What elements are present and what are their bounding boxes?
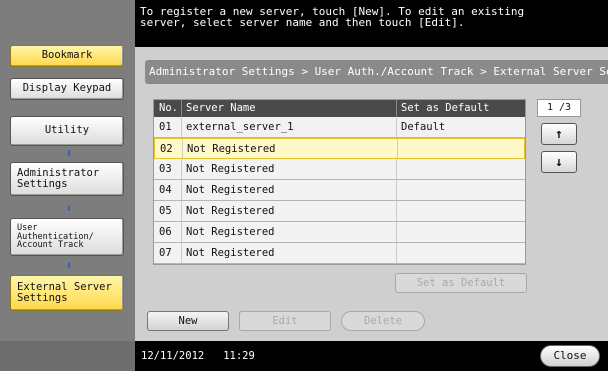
table-row[interactable]: 05 Not Registered	[154, 201, 525, 222]
table-row[interactable]: 03 Not Registered	[154, 159, 525, 180]
row-no: 01	[159, 121, 172, 133]
date-text: 12/11/2012	[141, 350, 205, 362]
datetime: 12/11/2012 11:29	[141, 350, 255, 362]
row-default	[396, 243, 525, 263]
page-up-button[interactable]: ↑	[541, 123, 577, 145]
table-row[interactable]: 04 Not Registered	[154, 180, 525, 201]
bookmark-button[interactable]: Bookmark	[10, 45, 124, 67]
row-default	[396, 222, 525, 242]
main-panel: Administrator Settings > User Auth./Acco…	[135, 47, 608, 341]
row-name: Not Registered	[181, 201, 396, 221]
row-no: 07	[159, 247, 172, 259]
display-keypad-button[interactable]: Display Keypad	[10, 78, 124, 100]
row-no: 05	[159, 205, 172, 217]
delete-button[interactable]: Delete	[341, 311, 425, 331]
table-row[interactable]: 01 external_server_1 Default	[154, 117, 525, 138]
pager: 1 /3 ↑ ↓	[533, 99, 585, 185]
page-indicator: 1 /3	[537, 99, 581, 117]
page-down-button[interactable]: ↓	[541, 151, 577, 173]
left-footer	[0, 341, 135, 371]
breadcrumb: Administrator Settings > User Auth./Acco…	[145, 60, 608, 84]
nav-administrator-settings[interactable]: Administrator Settings	[10, 162, 124, 196]
row-default	[396, 180, 525, 200]
table-row-selected[interactable]: 02 Not Registered	[154, 138, 525, 159]
table-row[interactable]: 07 Not Registered	[154, 243, 525, 264]
arrow-down-icon: ⬇	[65, 147, 73, 160]
nav-utility[interactable]: Utility	[10, 116, 124, 146]
row-default	[396, 159, 525, 179]
table-row[interactable]: 06 Not Registered	[154, 222, 525, 243]
table-header: No. Server Name Set as Default	[154, 100, 525, 117]
row-no: 06	[159, 226, 172, 238]
row-name: Not Registered	[181, 180, 396, 200]
arrow-up-icon: ↑	[555, 126, 563, 142]
instruction-message: To register a new server, touch [New]. T…	[140, 6, 600, 28]
arrow-down-icon: ⬇	[65, 259, 73, 272]
time-text: 11:29	[223, 350, 255, 362]
arrow-down-icon: ⬇	[65, 202, 73, 215]
header-set-as-default: Set as Default	[396, 100, 525, 117]
row-name: Not Registered	[181, 159, 396, 179]
row-name: external_server_1	[181, 117, 396, 137]
close-button[interactable]: Close	[540, 345, 600, 367]
instruction-line-2: server, select server name and then touc…	[140, 16, 465, 29]
header-server-name: Server Name	[181, 100, 396, 117]
set-as-default-button[interactable]: Set as Default	[395, 273, 527, 293]
nav-user-authentication[interactable]: User Authentication/ Account Track	[10, 218, 124, 256]
row-no: 04	[159, 184, 172, 196]
row-name: Not Registered	[182, 139, 397, 158]
row-name: Not Registered	[181, 243, 396, 263]
row-default	[397, 139, 524, 158]
nav-external-server-settings[interactable]: External Server Settings	[10, 275, 124, 311]
row-default: Default	[396, 117, 525, 137]
edit-button[interactable]: Edit	[239, 311, 331, 331]
new-button[interactable]: New	[147, 311, 229, 331]
server-table: No. Server Name Set as Default 01 extern…	[153, 99, 526, 265]
row-no: 02	[160, 143, 173, 155]
row-no: 03	[159, 163, 172, 175]
status-bar: 12/11/2012 11:29 Close	[135, 341, 608, 371]
row-name: Not Registered	[181, 222, 396, 242]
row-default	[396, 201, 525, 221]
arrow-down-icon: ↓	[555, 154, 563, 170]
left-panel: Bookmark Display Keypad Utility ⬇ Admini…	[0, 0, 135, 341]
header-no: No.	[159, 102, 178, 114]
